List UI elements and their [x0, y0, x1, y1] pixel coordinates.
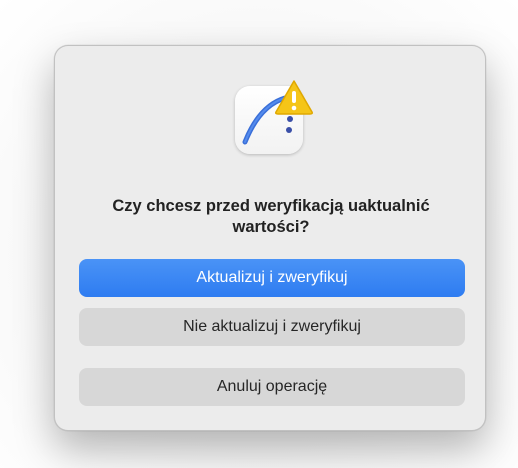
dialog-icon-group	[233, 78, 315, 158]
alert-dialog: Czy chcesz przed weryfikacją uaktualnić …	[54, 45, 486, 431]
verify-without-update-button[interactable]: Nie aktualizuj i zweryfikuj	[79, 308, 465, 346]
update-and-verify-button[interactable]: Aktualizuj i zweryfikuj	[79, 259, 465, 297]
cancel-button[interactable]: Anuluj operację	[79, 368, 465, 406]
warning-icon	[273, 78, 315, 116]
dialog-title: Czy chcesz przed weryfikacją uaktualnić …	[112, 197, 430, 236]
